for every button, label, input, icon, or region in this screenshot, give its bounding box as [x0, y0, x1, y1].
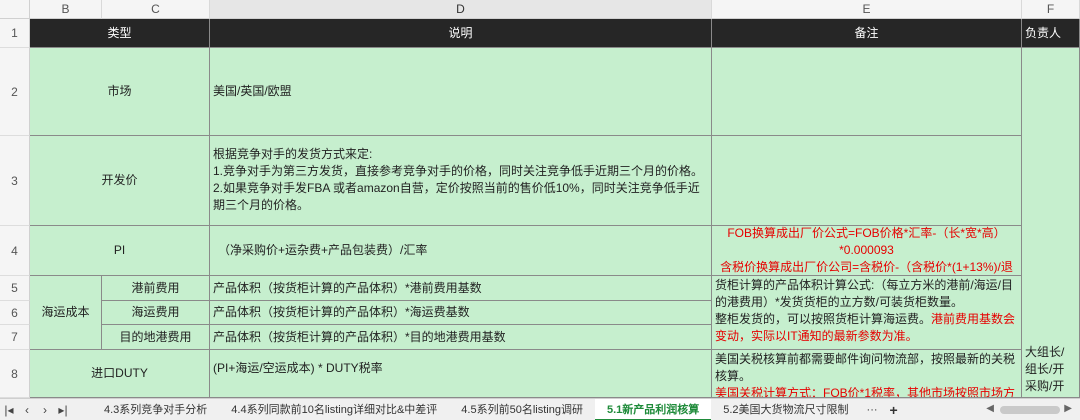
market-note-cell[interactable] — [712, 48, 1022, 136]
pi-label-cell[interactable]: PI — [30, 226, 210, 276]
sheet-tab-5-2[interactable]: 5.2美国大货物流尺寸限制 — [711, 399, 860, 420]
owner-cell[interactable]: 大组长/ 组长/开 采购/开 — [1022, 48, 1080, 398]
sea-fee-label-cell[interactable]: 海运费用 — [102, 301, 210, 325]
pi-desc-cell[interactable]: （净采购价+运杂费+产品包装费）/汇率 — [210, 226, 712, 276]
dest-fee-label-cell[interactable]: 目的地港费用 — [102, 325, 210, 350]
duty-desc-cell[interactable]: (PI+海运/空运成本) * DUTY税率 — [210, 350, 712, 398]
prev-sheet-icon[interactable]: ‹ — [18, 403, 36, 417]
more-sheets-icon[interactable]: ··· — [861, 404, 884, 416]
last-sheet-icon[interactable]: ▸| — [54, 403, 72, 417]
duty-label-cell[interactable]: 进口DUTY — [30, 350, 210, 398]
header-owner-cell[interactable]: 负责人 — [1022, 19, 1080, 48]
sheet-tab-4-4[interactable]: 4.4系列同款前10名listing详细对比&中差评 — [219, 399, 449, 420]
dest-fee-desc-cell[interactable]: 产品体积（按货柜计算的产品体积）*目的地港费用基数 — [210, 325, 712, 350]
dev-price-note-cell[interactable] — [712, 136, 1022, 226]
dev-price-desc-text: 根据竞争对手的发货方式来定: 1.竞争对手为第三方发货，直接参考竞争对手的价格，… — [213, 147, 704, 212]
dev-price-label-cell[interactable]: 开发价 — [30, 136, 210, 226]
market-label-cell[interactable]: 市场 — [30, 48, 210, 136]
pi-note-text: FOB换算成出厂价公式=FOB价格*汇率-（长*宽*高）*0.000093 含税… — [720, 226, 1013, 274]
column-header-f[interactable]: F — [1022, 0, 1080, 19]
pi-note-cell[interactable]: FOB换算成出厂价公式=FOB价格*汇率-（长*宽*高）*0.000093 含税… — [712, 226, 1022, 276]
market-desc-cell[interactable]: 美国/英国/欧盟 — [210, 48, 712, 136]
sea-fee-desc-cell[interactable]: 产品体积（按货柜计算的产品体积）*海运费基数 — [210, 301, 712, 325]
shipping-group-cell[interactable]: 海运成本 — [30, 276, 102, 350]
port-fee-desc-cell[interactable]: 产品体积（按货柜计算的产品体积）*港前费用基数 — [210, 276, 712, 301]
column-header-d[interactable]: D — [210, 0, 712, 19]
sheet-tab-bar: |◂ ‹ › ▸| 4.3系列竞争对手分析 4.4系列同款前10名listing… — [0, 398, 1080, 420]
header-desc-cell[interactable]: 说明 — [210, 19, 712, 48]
duty-note-cut-text: 美国关税计算方式：FOB价*1税率，其他市场按照市场方式计算 — [715, 386, 1016, 398]
column-header-e[interactable]: E — [712, 0, 1022, 19]
duty-note-text: 美国关税核算前都需要邮件询问物流部，按照最新的关税核算。 — [715, 352, 1016, 383]
row-header-6[interactable]: 6 — [0, 301, 30, 325]
column-header-c[interactable]: C — [102, 0, 210, 19]
select-all-corner[interactable] — [0, 0, 30, 19]
port-fee-label-cell[interactable]: 港前费用 — [102, 276, 210, 301]
column-header-b[interactable]: B — [30, 0, 102, 19]
shipping-note-cell[interactable]: 货柜计算的产品体积计算公式:（每立方米的港前/海运/目的港费用）*发货货柜的立方… — [712, 276, 1022, 350]
scroll-left-icon[interactable]: ◀ — [986, 403, 994, 414]
row-header-2[interactable]: 2 — [0, 48, 30, 136]
horizontal-scrollbar[interactable] — [1000, 406, 1060, 414]
sheet-tab-5-1[interactable]: 5.1新产品利润核算 — [594, 398, 712, 420]
scroll-right-icon[interactable]: ▶ — [1064, 403, 1072, 414]
next-sheet-icon[interactable]: › — [36, 403, 54, 417]
row-header-1[interactable]: 1 — [0, 19, 30, 48]
sheet-tab-4-3[interactable]: 4.3系列竞争对手分析 — [92, 399, 219, 420]
owner-text: 大组长/ 组长/开 采购/开 — [1025, 345, 1065, 393]
sheet-tab-4-5[interactable]: 4.5系列前50名listing调研 — [449, 399, 595, 420]
duty-note-cell[interactable]: 美国关税核算前都需要邮件询问物流部，按照最新的关税核算。 美国关税计算方式：FO… — [712, 350, 1022, 398]
spreadsheet-grid: B C D E F 1 2 3 4 5 6 7 8 类型 说明 备注 负责人 市… — [0, 0, 1080, 398]
first-sheet-icon[interactable]: |◂ — [0, 403, 18, 417]
row-header-8[interactable]: 8 — [0, 350, 30, 398]
dev-price-desc-cell[interactable]: 根据竞争对手的发货方式来定: 1.竞争对手为第三方发货，直接参考竞争对手的价格，… — [210, 136, 712, 226]
header-type-cell[interactable]: 类型 — [30, 19, 210, 48]
row-header-5[interactable]: 5 — [0, 276, 30, 301]
row-header-3[interactable]: 3 — [0, 136, 30, 226]
row-header-7[interactable]: 7 — [0, 325, 30, 350]
row-header-4[interactable]: 4 — [0, 226, 30, 276]
header-note-cell[interactable]: 备注 — [712, 19, 1022, 48]
add-sheet-icon[interactable]: + — [884, 402, 904, 418]
